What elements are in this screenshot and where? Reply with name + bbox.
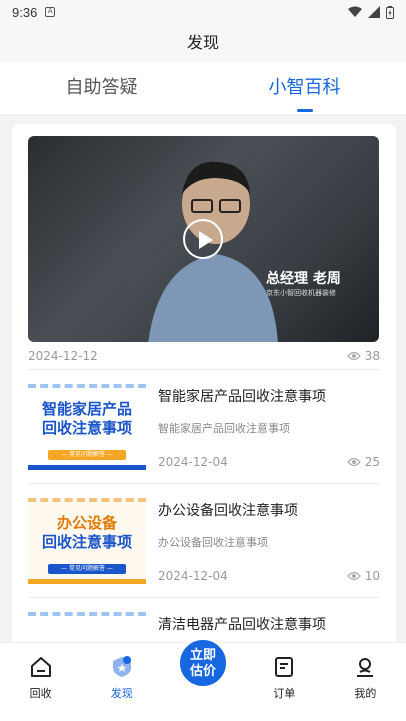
user-icon — [357, 658, 374, 677]
article-date: 2024-12-04 — [158, 455, 228, 469]
article-title: 办公设备回收注意事项 — [158, 503, 298, 519]
notification-a-icon: A — [45, 7, 56, 17]
thumb-bar — [28, 465, 146, 470]
nav-discover[interactable]: 发现 — [81, 643, 162, 721]
article-list-card: 总经理 老周 京东小智回收机器装修 2024-12-12 38 智能家居产品 回… — [12, 124, 396, 721]
article-body: 办公设备回收注意事项 办公设备回收注意事项 2024-12-04 10 — [146, 498, 380, 597]
wifi-icon — [348, 6, 362, 17]
play-icon[interactable] — [183, 219, 223, 259]
list-item[interactable]: 智能家居产品 回收注意事项 — 常见问题解答 — 智能家居产品回收注意事项 智能… — [28, 370, 380, 484]
tab-bar: 自助答疑 小智百科 — [0, 62, 406, 114]
nav-estimate[interactable]: 立即 估价 — [162, 637, 243, 721]
thumb-tag: — 常见问题解答 — — [48, 564, 126, 574]
article-subtitle: 智能家居产品回收注意事项 — [158, 422, 290, 435]
status-icons — [348, 5, 394, 19]
article-thumbnail: 办公设备 回收注意事项 — 常见问题解答 — — [28, 498, 146, 584]
thumb-line-2: 回收注意事项 — [41, 533, 132, 551]
tab-encyclopedia[interactable]: 小智百科 — [203, 62, 406, 114]
eye-icon — [346, 351, 361, 360]
estimate-button[interactable]: 立即 估价 — [177, 637, 229, 689]
article-title: 清洁电器产品回收注意事项 — [158, 617, 326, 633]
home-icon — [30, 657, 51, 677]
article-views: 25 — [346, 455, 380, 469]
article-subtitle: 办公设备回收注意事项 — [158, 536, 268, 549]
signal-icon — [368, 6, 380, 18]
thumb-line-1: 智能家居产品 — [41, 400, 132, 418]
thumb-tag: — 常见问题解答 — — [48, 450, 126, 460]
article-title: 智能家居产品回收注意事项 — [158, 389, 326, 405]
nav-orders[interactable]: 订单 — [244, 643, 325, 721]
nav-recycle[interactable]: 回收 — [0, 643, 81, 721]
article-date: 2024-12-04 — [158, 569, 228, 583]
article-views: 10 — [346, 569, 380, 583]
nav-mine-label: 我的 — [354, 687, 377, 700]
featured-view-count: 38 — [364, 348, 380, 363]
estimate-line-2: 估价 — [189, 664, 216, 679]
article-view-count: 10 — [364, 569, 380, 583]
nav-mine[interactable]: 我的 — [325, 643, 406, 721]
thumb-line-1: 办公设备 — [56, 514, 117, 532]
article-meta: 2024-12-04 25 — [158, 455, 380, 469]
featured-video[interactable]: 总经理 老周 京东小智回收机器装修 — [28, 136, 379, 342]
featured-meta: 2024-12-12 38 — [28, 342, 380, 370]
featured-views: 38 — [346, 348, 380, 363]
nav-orders-label: 订单 — [273, 687, 296, 700]
featured-date: 2024-12-12 — [28, 348, 98, 363]
discover-icon — [112, 656, 131, 677]
status-bar: 9:36 A — [0, 0, 406, 24]
video-caption: 总经理 老周 — [266, 271, 341, 287]
thumb-bar — [28, 579, 146, 584]
nav-discover-label: 发现 — [110, 687, 133, 700]
thumb-line-2: 回收注意事项 — [41, 419, 132, 437]
article-view-count: 25 — [364, 455, 380, 469]
bottom-nav: 回收 发现 立即 估价 订单 我的 — [0, 637, 406, 721]
estimate-line-1: 立即 — [189, 648, 216, 663]
article-thumbnail: 智能家居产品 回收注意事项 — 常见问题解答 — — [28, 384, 146, 470]
article-body: 智能家居产品回收注意事项 智能家居产品回收注意事项 2024-12-04 25 — [146, 384, 380, 483]
video-caption-sub: 京东小智回收机器装修 — [266, 289, 336, 297]
list-item[interactable]: 办公设备 回收注意事项 — 常见问题解答 — 办公设备回收注意事项 办公设备回收… — [28, 484, 380, 598]
status-time: 9:36 — [12, 4, 38, 20]
page-title: 发现 — [0, 24, 406, 62]
article-meta: 2024-12-04 10 — [158, 569, 380, 583]
nav-recycle-label: 回收 — [29, 687, 52, 700]
eye-icon — [346, 571, 361, 581]
tab-self-help[interactable]: 自助答疑 — [0, 62, 203, 114]
order-icon — [275, 657, 294, 677]
eye-icon — [346, 457, 361, 467]
battery-icon — [386, 5, 394, 19]
